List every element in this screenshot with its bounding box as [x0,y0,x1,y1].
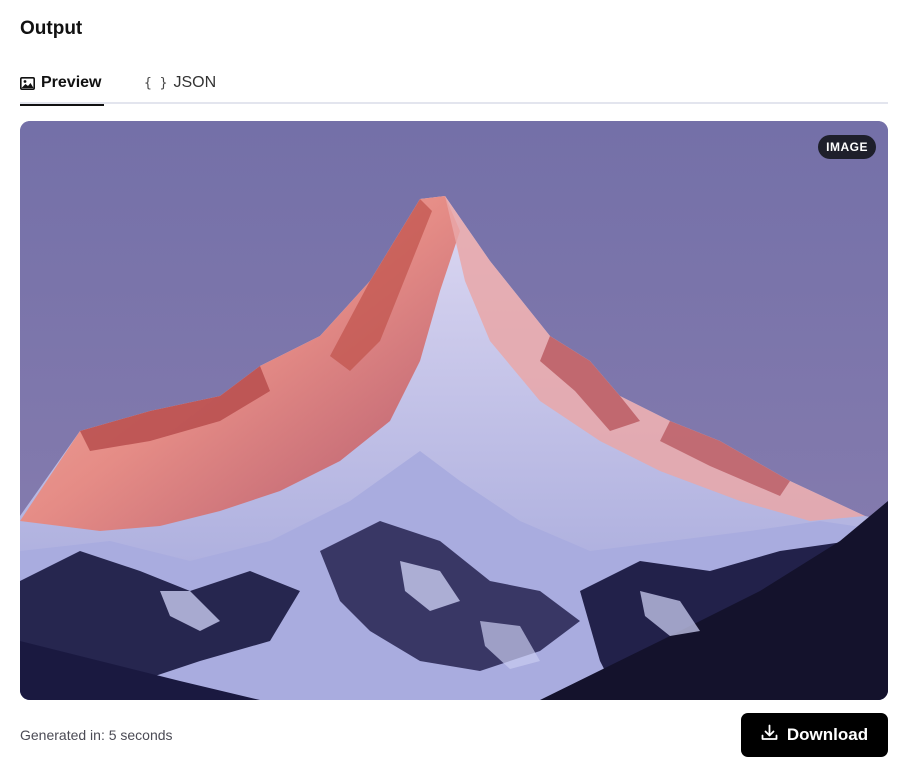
output-panel: Output Preview { } JSON IMAGE Generated … [20,0,888,767]
download-button[interactable]: Download [741,713,888,757]
image-icon [20,76,35,90]
download-label: Download [786,725,869,744]
mountain-image [20,121,888,700]
download-icon [761,724,778,746]
image-type-badge: IMAGE [818,135,876,159]
output-title: Output [20,18,83,39]
tab-preview-label: Preview [41,74,102,91]
generation-time: Generated in: 5 seconds [20,727,173,743]
output-tabs: Preview { } JSON [20,62,888,106]
braces-icon: { } [144,75,168,91]
tab-json[interactable]: { } JSON [144,62,216,104]
output-image: IMAGE [20,121,888,700]
tab-json-label: JSON [173,74,217,91]
tab-preview[interactable]: Preview [20,62,104,106]
